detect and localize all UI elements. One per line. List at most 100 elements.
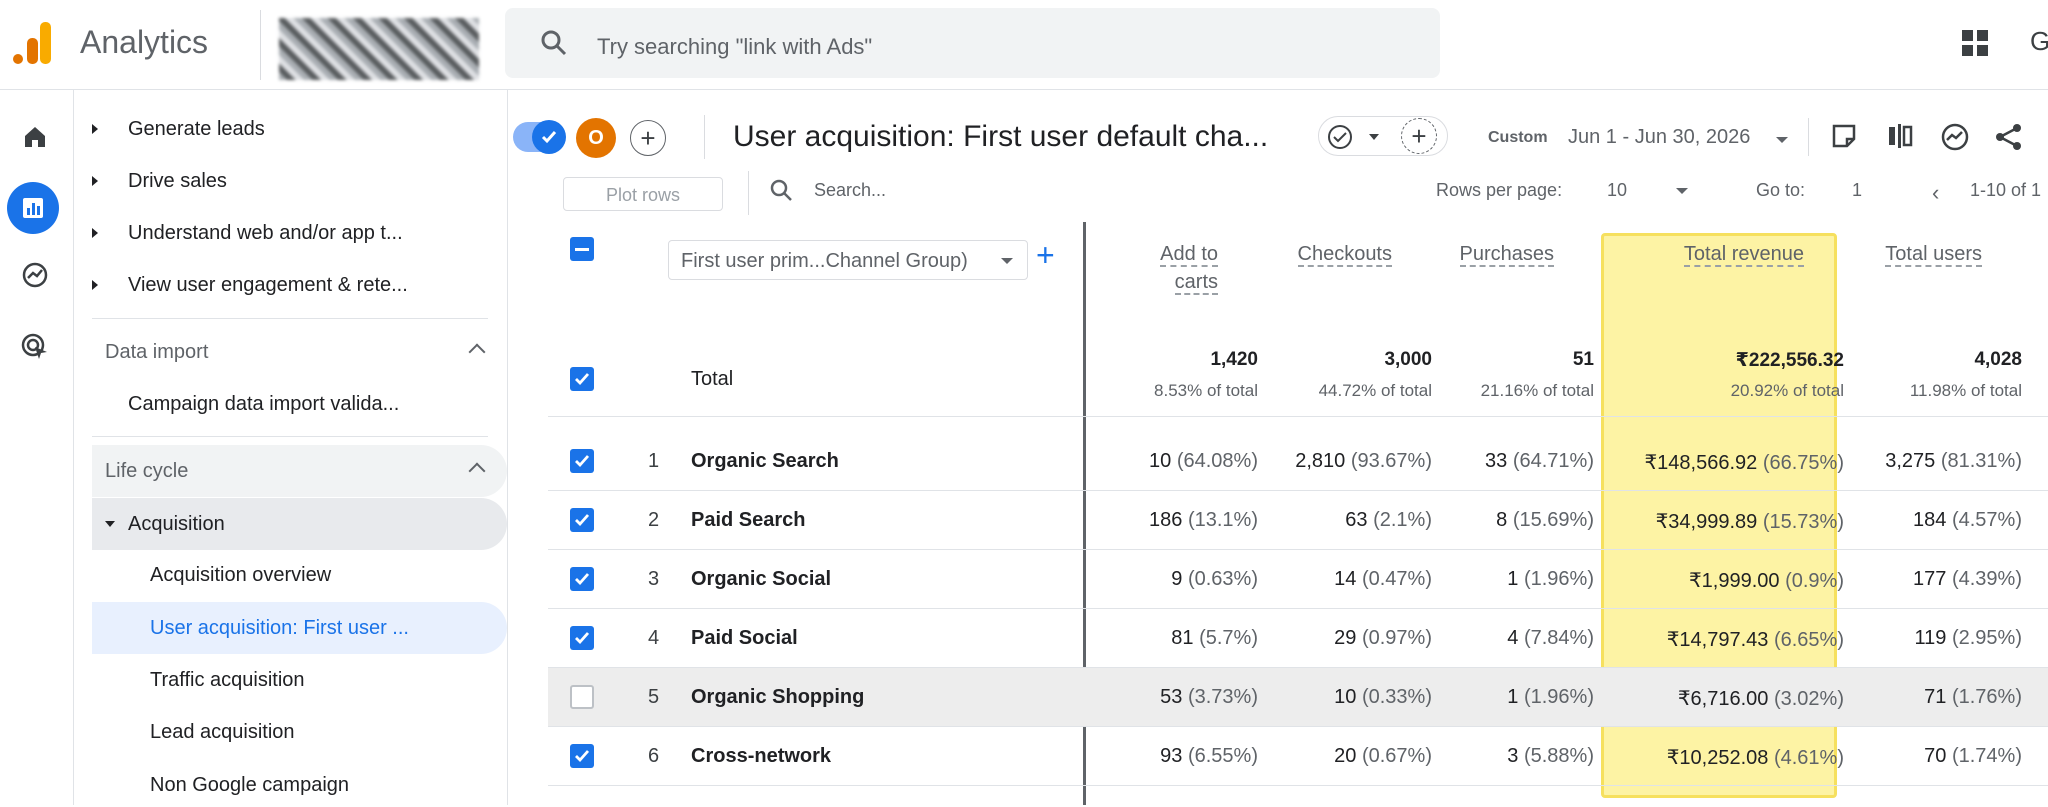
cell-total-users: 119 (2.95%) [1838, 627, 2022, 650]
title-actions-chip[interactable]: + [1318, 116, 1448, 156]
column-header-purchases[interactable]: Purchases [1428, 240, 1554, 268]
rows-per-page-select[interactable]: 10 [1607, 180, 1627, 201]
cell-pct: (2.95%) [1951, 627, 2022, 649]
table-row[interactable]: 4 Paid Social 81 (5.7%) 29 (0.97%) 4 (7.… [548, 609, 2048, 668]
section-data-import[interactable]: Data import [92, 326, 507, 378]
add-comparison-button[interactable]: + [1401, 118, 1437, 154]
account-selector[interactable] [260, 10, 485, 80]
row-checkbox[interactable] [570, 567, 594, 591]
row-channel-name: Organic Social [691, 568, 832, 590]
table-row[interactable]: 2 Paid Search 186 (13.1%) 63 (2.1%) 8 (1… [548, 491, 2048, 550]
section-life-cycle[interactable]: Life cycle [92, 445, 507, 497]
add-dimension-button[interactable]: + [1036, 237, 1055, 274]
nav-group-drive-sales[interactable]: Drive sales [74, 159, 504, 203]
cell-value: 71 [1924, 686, 1947, 708]
nav-item-user-acquisition[interactable]: User acquisition: First user ... [92, 602, 507, 654]
row-checkbox[interactable] [570, 744, 594, 768]
cell-add-to-carts: 9 (0.63%) [1088, 568, 1258, 591]
cell-value: 1 [1507, 568, 1519, 590]
home-icon[interactable] [18, 120, 52, 154]
add-comparison-button[interactable]: + [630, 120, 666, 156]
row-number: 5 [648, 686, 660, 708]
search-bar[interactable]: Try searching "link with Ads" [505, 8, 1440, 78]
row-checkbox[interactable] [570, 626, 594, 650]
apps-grid-icon[interactable] [1962, 30, 1988, 56]
row-checkbox[interactable] [570, 685, 594, 709]
reports-icon[interactable] [7, 182, 59, 234]
compare-columns-icon[interactable] [1886, 122, 1914, 150]
account-name-redacted [279, 18, 479, 80]
explore-icon[interactable] [18, 258, 52, 292]
total-purchases: 51 [1572, 349, 1594, 370]
column-header-total-users[interactable]: Total users [1838, 240, 1982, 268]
table-row[interactable]: 1 Organic Search 10 (64.08%) 2,810 (93.6… [548, 432, 2048, 491]
nav-item-lead-acquisition[interactable]: Lead acquisition [74, 710, 504, 754]
column-header-checkouts[interactable]: Checkouts [1268, 240, 1392, 268]
row-channel-name: Paid Search [691, 509, 806, 531]
advertising-icon[interactable] [18, 330, 52, 364]
plot-rows-button[interactable]: Plot rows [563, 177, 723, 211]
cell-value: 3,275 [1885, 450, 1936, 472]
dimension-dropdown[interactable]: First user prim...Channel Group) [668, 240, 1028, 280]
cell-value: 177 [1913, 568, 1947, 590]
cell-pct: (15.69%) [1512, 509, 1594, 531]
nav-item-acquisition-overview[interactable]: Acquisition overview [74, 553, 504, 597]
table-search-input[interactable]: Search... [814, 180, 886, 201]
insights-icon[interactable] [1940, 122, 1970, 152]
share-snapshot-icon[interactable] [1830, 122, 1858, 150]
comparison-chip[interactable]: O [576, 118, 616, 158]
column-header-label: Purchases [1459, 243, 1554, 267]
column-header-total-revenue[interactable]: Total revenue [1608, 240, 1804, 268]
row-checkbox[interactable] [570, 508, 594, 532]
cell-value: ₹34,999.89 [1655, 511, 1758, 533]
cell-value: 1 [1507, 686, 1519, 708]
nav-group-acquisition[interactable]: Acquisition [92, 498, 507, 550]
cell-value: 33 [1485, 450, 1508, 472]
caret-down-icon[interactable] [1369, 134, 1379, 140]
share-icon[interactable] [1994, 122, 2024, 152]
table-row[interactable]: 5 Organic Shopping 53 (3.73%) 10 (0.33%)… [548, 668, 2048, 727]
go-to-input[interactable]: 1 [1852, 180, 1862, 201]
total-revenue-pct: 20.92% of total [1730, 381, 1844, 400]
data-table: Plot rows Search... Rows per page: 10 Go… [508, 171, 2048, 805]
search-input[interactable]: Try searching "link with Ads" [597, 34, 872, 60]
analytics-logo-icon[interactable] [12, 22, 56, 66]
caret-down-icon[interactable] [1676, 188, 1688, 194]
row-checkbox[interactable] [570, 449, 594, 473]
chevron-up-icon [468, 462, 486, 480]
page-title: User acquisition: First user default cha… [733, 120, 1269, 153]
cell-add-to-carts: 186 (13.1%) [1088, 509, 1258, 532]
account-avatar[interactable]: G [2030, 26, 2048, 57]
cell-pct: (1.96%) [1523, 686, 1594, 708]
caret-down-icon [1001, 258, 1013, 264]
totals-label: Total [691, 368, 734, 390]
check-circle-outline-icon[interactable] [1327, 124, 1353, 150]
cell-value: ₹6,716.00 [1677, 688, 1769, 710]
nav-group-label: View user engagement & rete... [128, 273, 408, 296]
cell-value: 81 [1171, 627, 1194, 649]
cell-value: 53 [1160, 686, 1183, 708]
date-range-selector[interactable]: Jun 1 - Jun 30, 2026 [1568, 126, 1750, 149]
nav-item-campaign-import[interactable]: Campaign data import valida... [74, 382, 504, 426]
nav-group-user-engagement[interactable]: View user engagement & rete... [74, 263, 504, 307]
nav-item-traffic-acquisition[interactable]: Traffic acquisition [74, 658, 504, 702]
nav-group-understand-web[interactable]: Understand web and/or app t... [74, 211, 504, 255]
table-row[interactable]: 3 Organic Social 9 (0.63%) 14 (0.47%) 1 … [548, 550, 2048, 609]
cell-value: 119 [1914, 627, 1947, 649]
nav-group-generate-leads[interactable]: Generate leads [74, 107, 504, 151]
table-row[interactable]: 6 Cross-network 93 (6.55%) 20 (0.67%) 3 … [548, 727, 2048, 786]
caret-down-icon[interactable] [1776, 137, 1788, 143]
cell-total-users: 3,275 (81.31%) [1838, 450, 2022, 473]
column-header-add-to-carts[interactable]: Add to carts [1128, 240, 1218, 296]
select-all-checkbox[interactable] [570, 237, 594, 261]
cell-total-revenue: ₹10,252.08 (4.61%) [1608, 745, 1844, 770]
dimension-label: First user prim...Channel Group) [681, 250, 968, 272]
nav-item-non-google-campaign[interactable]: Non Google campaign [74, 763, 504, 807]
row-channel-name: Organic Search [691, 450, 839, 472]
check-circle-icon[interactable] [532, 120, 566, 154]
total-add-to-carts: 1,420 [1210, 349, 1258, 370]
totals-checkbox[interactable] [570, 367, 594, 391]
cell-pct: (64.08%) [1176, 450, 1258, 472]
reports-nav: Generate leads Drive sales Understand we… [74, 90, 508, 805]
chevron-left-icon[interactable]: ‹ [1932, 180, 1939, 206]
